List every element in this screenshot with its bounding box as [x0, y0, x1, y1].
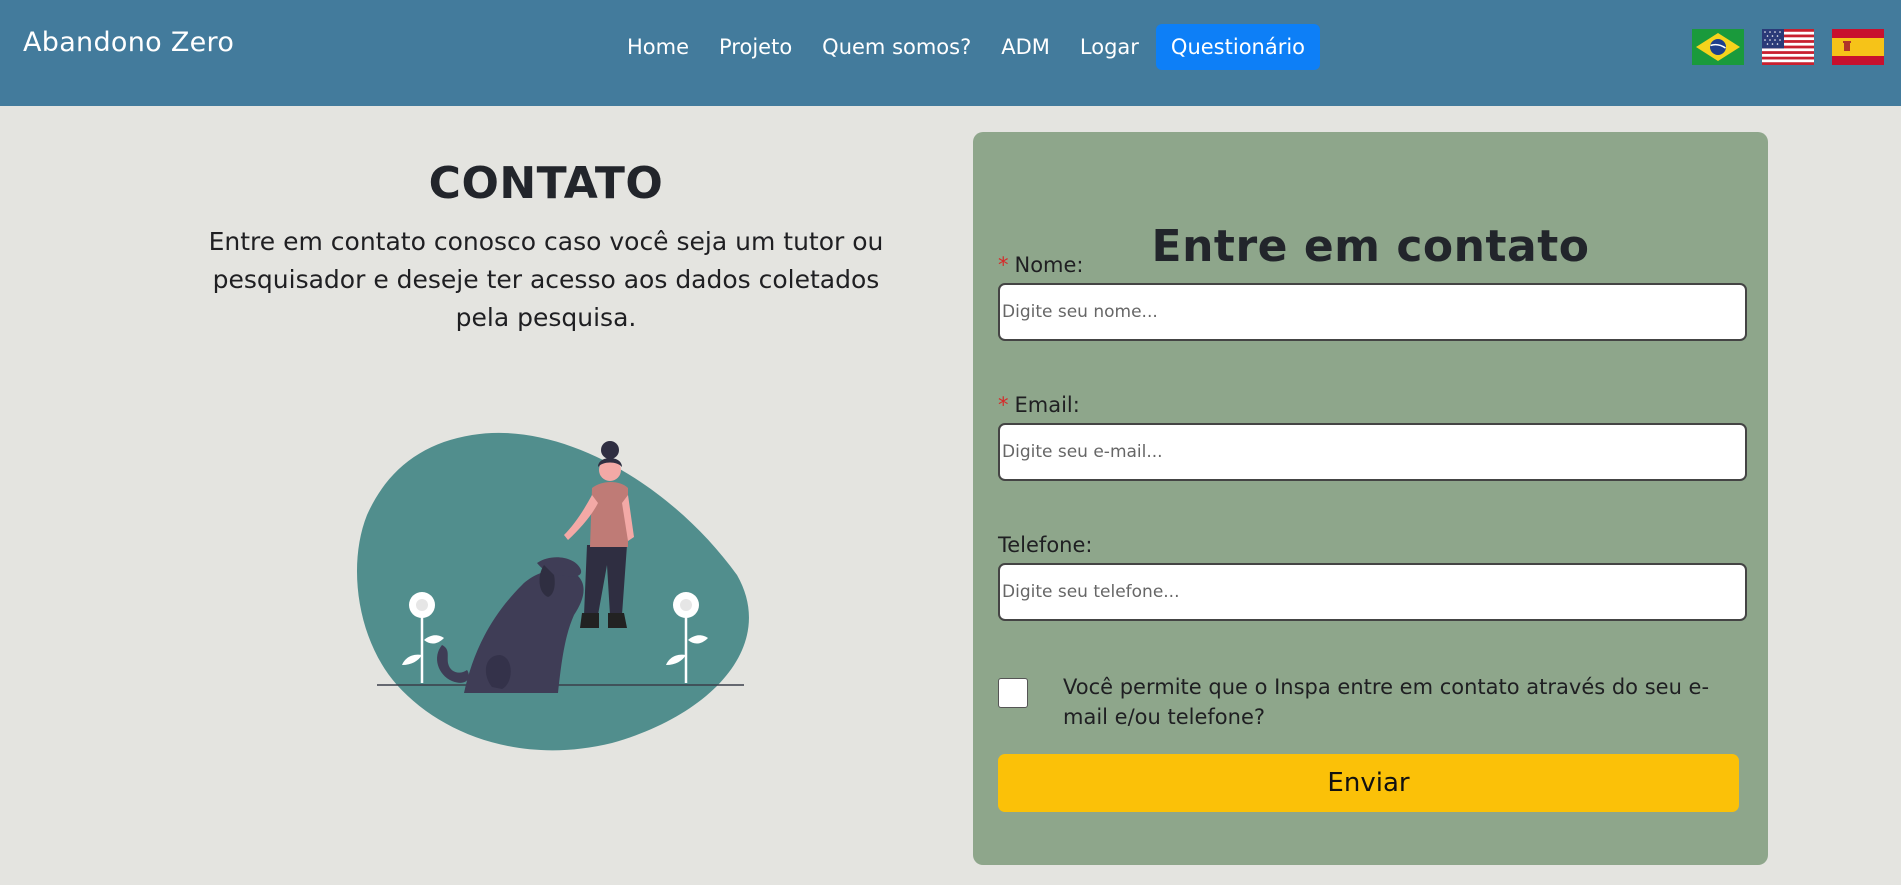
nav-links: Home Projeto Quem somos? ADM Logar Quest… [612, 24, 1321, 70]
nav-item-home[interactable]: Home [612, 24, 704, 70]
spain-flag-icon[interactable] [1832, 29, 1884, 65]
required-marker: * [998, 393, 1009, 417]
contact-intro: CONTATO Entre em contato conosco caso vo… [180, 150, 912, 337]
brazil-flag-icon[interactable] [1692, 29, 1744, 65]
email-label-text: Email: [1014, 393, 1080, 417]
nav-item-projeto[interactable]: Projeto [704, 24, 807, 70]
usa-flag-icon[interactable] [1762, 29, 1814, 65]
email-field[interactable] [998, 423, 1747, 481]
consent-checkbox[interactable] [998, 678, 1028, 708]
intro-text: Entre em contato conosco caso você seja … [208, 227, 884, 332]
nav-item-adm[interactable]: ADM [986, 24, 1065, 70]
phone-field[interactable] [998, 563, 1747, 621]
required-marker: * [998, 253, 1009, 277]
contact-form-card: Entre em contato *Nome: *Email: Telefone… [973, 132, 1768, 865]
name-label-text: Nome: [1014, 253, 1084, 277]
name-field[interactable] [998, 283, 1747, 341]
navbar: Abandono Zero Home Projeto Quem somos? A… [0, 0, 1901, 106]
submit-button[interactable]: Enviar [998, 754, 1739, 812]
form-title: Entre em contato [1151, 220, 1590, 272]
nav-item-quem-somos[interactable]: Quem somos? [807, 24, 986, 70]
language-selector [1692, 29, 1884, 65]
woman-petting-dog-illustration [357, 432, 749, 751]
phone-label: Telefone: [998, 533, 1093, 557]
brand-logo[interactable]: Abandono Zero [23, 27, 234, 58]
email-label: * Email: [998, 393, 1080, 417]
nav-item-questionario[interactable]: Questionário [1155, 24, 1321, 70]
page-title: CONTATO [428, 158, 664, 209]
name-label: * Nome: [998, 253, 1084, 277]
nav-item-logar[interactable]: Logar [1065, 24, 1154, 70]
consent-text: Você permite que o Inspa entre em contat… [1063, 675, 1710, 729]
